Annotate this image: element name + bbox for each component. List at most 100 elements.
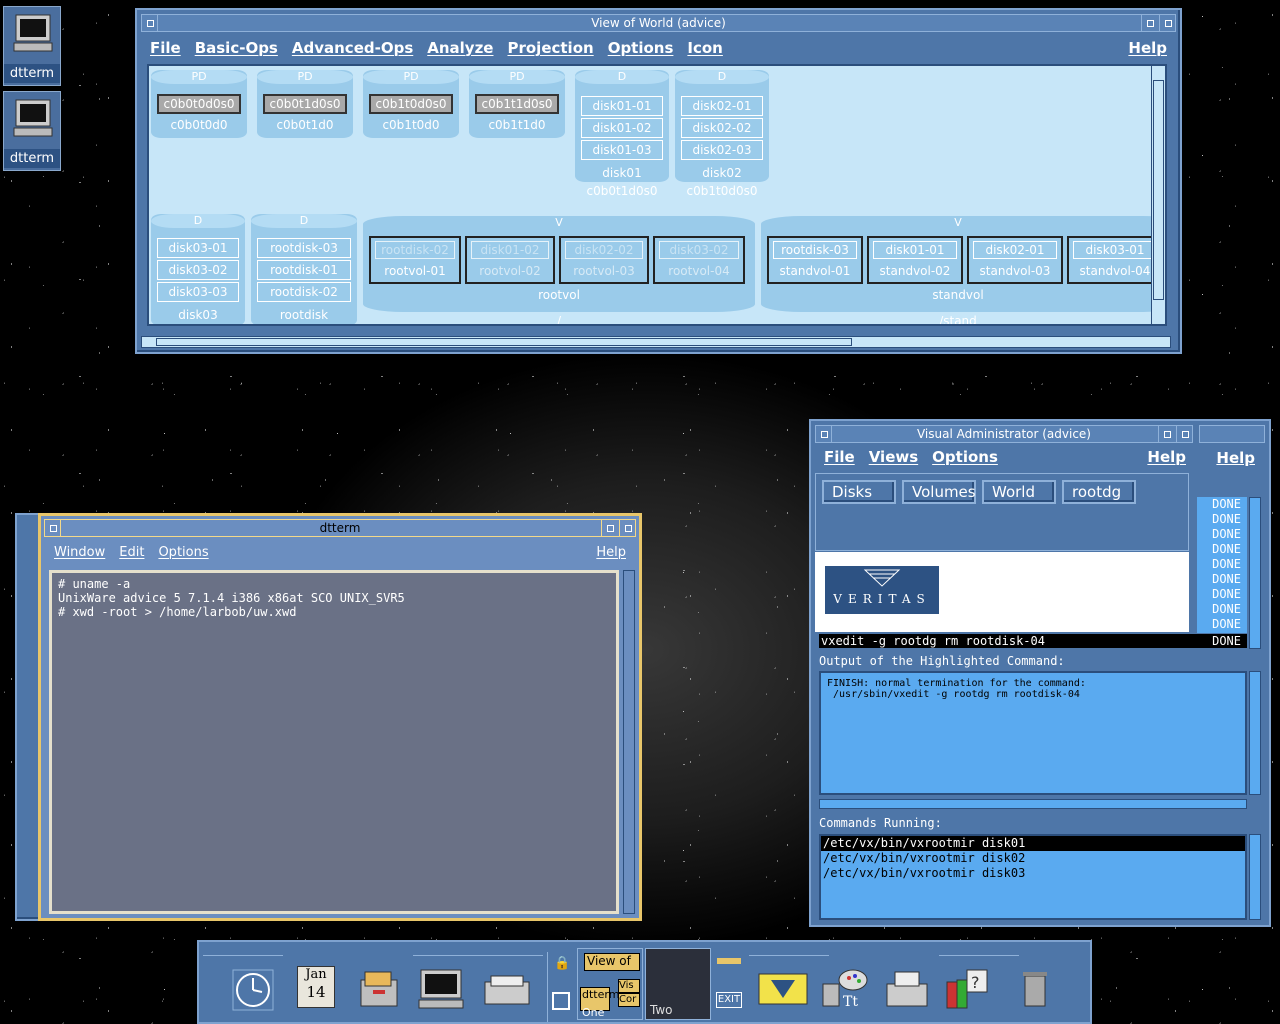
vm-disk[interactable]: D disk01-01 disk01-02 disk01-03 disk01	[575, 70, 669, 182]
plex-subdisk[interactable]: rootdisk-03	[773, 241, 857, 259]
world-window[interactable]: View of World (advice) File Basic-Ops Ad…	[135, 8, 1182, 354]
terminal-output[interactable]: # uname -a UnixWare advice 5 7.1.4 i386 x…	[49, 570, 619, 914]
plex-subdisk[interactable]: rootdisk-02	[375, 241, 455, 259]
volumes-button[interactable]: Volumes	[902, 480, 976, 504]
subdisk[interactable]: disk02-02	[681, 118, 763, 138]
done-status-list[interactable]: DONE DONE DONE DONE DONE DONE DONE DONE …	[1197, 497, 1247, 633]
physical-subdisk[interactable]: c0b1t1d0s0	[475, 94, 559, 114]
clock-icon[interactable]	[227, 960, 285, 1020]
subpanel-arrow[interactable]	[939, 946, 1019, 956]
menu-views[interactable]: Views	[869, 448, 918, 466]
maximize-button[interactable]	[619, 520, 635, 536]
trash-icon[interactable]	[1007, 960, 1065, 1020]
vm-disk[interactable]: D disk02-01 disk02-02 disk02-03 disk02	[675, 70, 769, 182]
calendar-icon[interactable]: Jan 14	[289, 960, 347, 1020]
workspace-two[interactable]: Two	[645, 948, 711, 1020]
menu-help[interactable]: Help	[1128, 39, 1167, 57]
running-commands-list[interactable]: /etc/vx/bin/vxrootmir disk01 /etc/vx/bin…	[819, 834, 1247, 920]
desktop-icon-dtterm-1[interactable]: dtterm	[3, 6, 61, 86]
menu-help[interactable]: Help	[596, 545, 626, 560]
menu-analyze[interactable]: Analyze	[427, 39, 493, 57]
vxa-titlebar[interactable]: Visual Administrator (advice)	[815, 425, 1193, 443]
menu-options[interactable]: Options	[608, 39, 674, 57]
exit-button[interactable]: EXIT	[716, 992, 742, 1008]
output-horizontal-scrollbar[interactable]	[819, 799, 1247, 809]
physical-subdisk[interactable]: c0b1t0d0s0	[369, 94, 453, 114]
menu-options[interactable]: Options	[158, 545, 208, 560]
plex[interactable]: disk03-02 rootvol-04	[653, 236, 745, 284]
physical-disk[interactable]: PD c0b1t1d0s0 c0b1t1d0	[469, 70, 565, 138]
command-output[interactable]: FINISH: normal termination for the comma…	[819, 671, 1247, 795]
mailer-icon[interactable]	[479, 960, 537, 1020]
vm-disk[interactable]: D disk03-01 disk03-02 disk03-03 disk03	[151, 214, 245, 324]
window-menu-button[interactable]	[45, 520, 61, 536]
menu-file[interactable]: File	[824, 448, 855, 466]
workspace-switch-icon[interactable]	[552, 992, 570, 1010]
plex-subdisk[interactable]: disk01-01	[873, 241, 957, 259]
back-window-titlebar[interactable]	[1199, 425, 1265, 443]
back-window-help[interactable]: Help	[1216, 449, 1255, 467]
plex-subdisk[interactable]: disk01-02	[471, 241, 549, 259]
window-menu-button[interactable]	[816, 426, 832, 442]
subdisk[interactable]: disk02-03	[681, 140, 763, 160]
menu-options[interactable]: Options	[932, 448, 998, 466]
plex[interactable]: disk02-02 rootvol-03	[559, 236, 649, 284]
plex[interactable]: disk01-01 standvol-02	[867, 236, 963, 284]
lock-icon[interactable]: 🔒	[554, 956, 570, 971]
scrollbar-thumb[interactable]	[156, 338, 852, 346]
plex[interactable]: disk01-02 rootvol-02	[465, 236, 555, 284]
physical-subdisk[interactable]: c0b0t0d0s0	[157, 94, 241, 114]
world-horizontal-scrollbar[interactable]	[141, 336, 1171, 348]
vxa-window[interactable]: Visual Administrator (advice) File Views…	[809, 419, 1271, 927]
subdisk[interactable]: rootdisk-02	[257, 282, 351, 302]
running-command[interactable]: /etc/vx/bin/vxrootmir disk03	[821, 866, 1245, 881]
volume-standvol[interactable]: V rootdisk-03 standvol-01 disk01-01 stan…	[761, 216, 1165, 312]
command-history-scrollbar[interactable]	[1249, 497, 1261, 649]
menu-icon[interactable]: Icon	[687, 39, 722, 57]
subpanel-arrow[interactable]	[749, 946, 829, 956]
vm-disk[interactable]: D rootdisk-03 rootdisk-01 rootdisk-02 ro…	[251, 214, 357, 324]
physical-subdisk[interactable]: c0b0t1d0s0	[263, 94, 347, 114]
plex-subdisk[interactable]: disk02-02	[565, 241, 643, 259]
maximize-button[interactable]	[1176, 426, 1192, 442]
minimize-button[interactable]	[1158, 426, 1174, 442]
menu-help[interactable]: Help	[1147, 448, 1186, 466]
menu-advanced-ops[interactable]: Advanced-Ops	[292, 39, 413, 57]
subdisk[interactable]: disk03-03	[157, 282, 239, 302]
plex[interactable]: disk02-01 standvol-03	[967, 236, 1063, 284]
desktop-icon-dtterm-2[interactable]: dtterm	[3, 91, 61, 171]
window-menu-button[interactable]	[142, 15, 158, 31]
plex-subdisk[interactable]: disk03-01	[1073, 241, 1157, 259]
rootdg-button[interactable]: rootdg	[1062, 480, 1136, 504]
dtterm-titlebar[interactable]: dtterm	[44, 519, 636, 537]
physical-disk[interactable]: PD c0b0t1d0s0 c0b0t1d0	[257, 70, 353, 138]
file-manager-icon[interactable]	[351, 960, 409, 1020]
minimize-button[interactable]	[601, 520, 617, 536]
minimize-button[interactable]	[1141, 15, 1157, 31]
output-scrollbar[interactable]	[1249, 671, 1261, 795]
subdisk[interactable]: disk02-01	[681, 96, 763, 116]
plex[interactable]: rootdisk-03 standvol-01	[767, 236, 863, 284]
workspace-one[interactable]: View of dtterm Vis Cor One	[577, 948, 643, 1020]
subdisk[interactable]: disk03-01	[157, 238, 239, 258]
dtterm-window[interactable]: dtterm Window Edit Options Help # uname …	[38, 513, 642, 921]
subdisk[interactable]: rootdisk-01	[257, 260, 351, 280]
maximize-button[interactable]	[1159, 15, 1175, 31]
subpanel-arrow[interactable]	[479, 946, 543, 956]
subpanel-arrow[interactable]	[203, 946, 283, 956]
menu-window[interactable]: Window	[54, 545, 105, 560]
menu-file[interactable]: File	[150, 39, 181, 57]
menu-edit[interactable]: Edit	[119, 545, 144, 560]
subdisk[interactable]: disk01-03	[581, 140, 663, 160]
plex-subdisk[interactable]: disk02-01	[973, 241, 1057, 259]
world-vertical-scrollbar[interactable]	[1151, 66, 1165, 324]
physical-disk[interactable]: PD c0b0t0d0s0 c0b0t0d0	[151, 70, 247, 138]
style-manager-icon[interactable]: Tt	[817, 960, 875, 1020]
menu-projection[interactable]: Projection	[507, 39, 593, 57]
subdisk[interactable]: rootdisk-03	[257, 238, 351, 258]
plex[interactable]: rootdisk-02 rootvol-01	[369, 236, 461, 284]
subdisk[interactable]: disk03-02	[157, 260, 239, 280]
veritas-launcher-icon[interactable]	[755, 960, 813, 1020]
volume-rootvol[interactable]: V rootdisk-02 rootvol-01 disk01-02 rootv…	[363, 216, 755, 312]
running-command[interactable]: /etc/vx/bin/vxrootmir disk02	[821, 851, 1245, 866]
